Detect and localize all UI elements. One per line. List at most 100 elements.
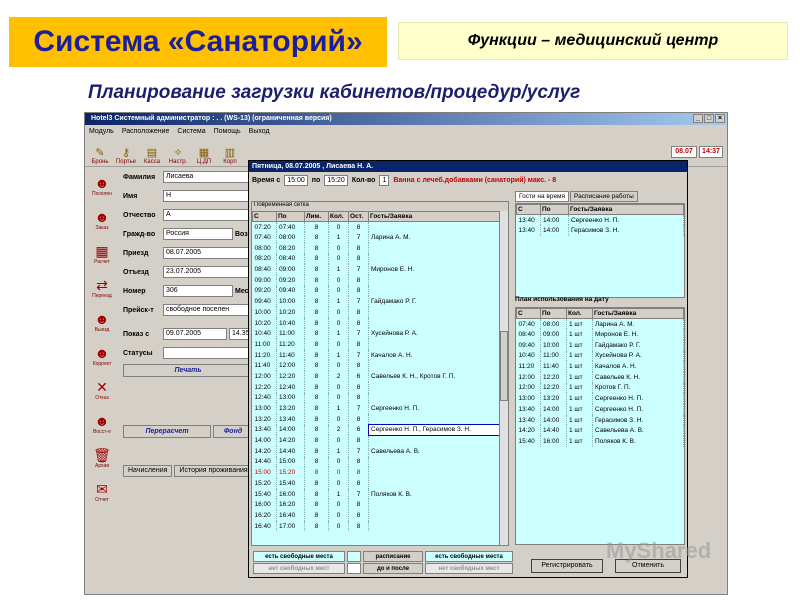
table-row[interactable]: 11:40 12:00 8 0 8	[252, 360, 508, 372]
tab-history[interactable]: История проживания	[174, 465, 253, 477]
tab-work-schedule[interactable]: Расписание работы	[570, 191, 638, 202]
fund-button[interactable]: Фонд	[213, 425, 253, 438]
sidebar-item-payment[interactable]: ▦ Расчет	[87, 237, 117, 271]
col-from[interactable]: С	[252, 211, 277, 222]
table-row[interactable]: 11:00 11:20 8 0 8	[252, 339, 508, 350]
plan-col-to[interactable]: По	[540, 308, 567, 319]
plan-col-guest[interactable]: Гость/Заявка	[592, 308, 684, 319]
table-row[interactable]: 11:20 11:40 8 1 7 Качалов А. Н.	[252, 349, 508, 361]
country-select[interactable]: Россия	[163, 228, 233, 240]
tool-cash[interactable]: ▤ Касса	[140, 139, 164, 165]
table-row[interactable]: 10:00 10:20 8 0 8	[252, 307, 508, 318]
col-guest[interactable]: Гость/Заявка	[368, 211, 508, 222]
departure-date[interactable]: 23.07.2005	[163, 266, 253, 278]
table-row[interactable]: 07:40 08:00 8 1 7 Ларина А. М.	[252, 232, 508, 243]
room-select[interactable]: 306	[163, 285, 233, 297]
sidebar-item-archive[interactable]: 🗑 Архив	[87, 441, 117, 475]
tab-charges[interactable]: Начисления	[123, 465, 173, 477]
minimize-button[interactable]: _	[693, 114, 703, 123]
tool-booking[interactable]: ✎ Бронь	[88, 139, 112, 165]
maximize-button[interactable]: □	[704, 114, 714, 123]
table-row[interactable]: 13:40 14:00 1 шт Герасимов З. Н.	[516, 414, 684, 426]
menu-module[interactable]: Модуль	[89, 128, 114, 135]
table-row[interactable]: 13:00 13:20 1 шт Сергеенко Н. П.	[516, 393, 684, 404]
plan-col-from[interactable]: С	[516, 308, 541, 319]
table-row[interactable]: 08:20 08:40 8 0 8	[252, 253, 508, 265]
time-from-input[interactable]: 15:00	[284, 175, 308, 186]
time-grid-scrollbar[interactable]	[499, 211, 508, 545]
col-limit[interactable]: Лим.	[304, 211, 329, 222]
guests-col-from[interactable]: С	[516, 204, 541, 215]
menu-help[interactable]: Помощь	[214, 128, 241, 135]
table-row[interactable]: 07:20 07:40 8 0 8	[252, 221, 508, 233]
tool-porter[interactable]: ⚷ Портье	[114, 139, 138, 165]
sidebar-item-refuse[interactable]: ✕ Отказ	[87, 373, 117, 407]
table-row[interactable]: 09:40 10:00 8 1 7 Гайдамако Р. Г.	[252, 296, 508, 307]
table-row[interactable]: 15:40 16:00 1 шт Поляков К. В.	[516, 436, 684, 447]
table-row[interactable]: 10:40 11:00 1 шт Хусейнова Р. А.	[516, 350, 684, 362]
table-row[interactable]: 13:20 13:40 8 0 8	[252, 413, 508, 425]
sidebar-item-restore[interactable]: ☻ Восст-е	[87, 407, 117, 441]
table-row[interactable]: 15:40 16:00 8 1 7 Поляков К. В.	[252, 488, 508, 500]
sidebar-item-checkin[interactable]: ☻ Поселен	[87, 169, 117, 203]
tool-settings[interactable]: ✧ Настр.	[166, 139, 190, 165]
table-row[interactable]: 14:40 15:00 8 0 8	[252, 456, 508, 468]
arrival-date[interactable]: 08.07.2005	[163, 247, 253, 259]
table-row[interactable]: 10:40 11:00 8 1 7 Хусейнова Р. А.	[252, 328, 508, 340]
sidebar-item-correct[interactable]: ☻ Коррект	[87, 339, 117, 373]
plan-col-count[interactable]: Кол.	[566, 308, 593, 319]
table-row[interactable]: 13:40 14:00 Сергеенко Н. П.	[516, 214, 684, 226]
table-row[interactable]: 13:40 14:00 8 2 6 Сергеенко Н. П., Герасимов …	[252, 424, 508, 436]
name-field[interactable]: Н	[163, 190, 253, 202]
surname-field[interactable]: Лисаева	[163, 171, 253, 183]
table-row[interactable]: 13:40 14:00 1 шт Сергеенко Н. П.	[516, 404, 684, 415]
table-row[interactable]: 12:20 12:40 8 0 8	[252, 381, 508, 393]
table-row[interactable]: 09:00 09:20 8 0 8	[252, 274, 508, 286]
sidebar-item-move[interactable]: ⇄ Переезд	[87, 271, 117, 305]
guests-col-to[interactable]: По	[540, 204, 569, 215]
table-row[interactable]: 07:40 08:00 1 шт Ларина А. М.	[516, 318, 684, 330]
table-row[interactable]: 13:00 13:20 8 1 7 Сергеенко Н. П.	[252, 403, 508, 414]
table-row[interactable]: 14:00 14:20 8 0 8	[252, 435, 508, 446]
table-row[interactable]: 09:40 10:00 1 шт Гайдамако Р. Г.	[516, 339, 684, 351]
table-row[interactable]: 16:20 16:40 8 0 8	[252, 510, 508, 521]
patronymic-field[interactable]: А	[163, 209, 253, 221]
tool-cdp[interactable]: ▦ Ц.ДП	[192, 139, 216, 165]
table-row[interactable]: 12:40 13:00 8 0 8	[252, 392, 508, 404]
col-to[interactable]: По	[276, 211, 305, 222]
table-row[interactable]: 08:40 09:00 1 шт Миронов Е. Н.	[516, 329, 684, 340]
table-row[interactable]: 14:20 14:40 1 шт Савельева А. В.	[516, 425, 684, 437]
table-row[interactable]: 16:00 16:20 8 0 8	[252, 499, 508, 511]
count-input[interactable]: 1	[379, 175, 390, 186]
table-row[interactable]: 12:00 12:20 1 шт Кротов Г. П.	[516, 382, 684, 394]
tool-corp[interactable]: ▥ Корп	[218, 139, 242, 165]
sidebar-item-report[interactable]: ✉ Отчет	[87, 475, 117, 509]
recalc-button[interactable]: Перерасчет	[123, 425, 211, 438]
guests-col-guest[interactable]: Гость/Заявка	[568, 204, 684, 215]
table-row[interactable]: 11:20 11:40 1 шт Качалов А. Н.	[516, 361, 684, 372]
sidebar-item-checkout[interactable]: ☻ Выезд	[87, 305, 117, 339]
sidebar-item-order[interactable]: ☻ Заказ	[87, 203, 117, 237]
menu-exit[interactable]: Выход	[249, 128, 270, 135]
close-button[interactable]: ×	[715, 114, 725, 123]
tab-guests-at-time[interactable]: Гости на время	[515, 191, 570, 202]
table-row[interactable]: 09:20 09:40 8 0 8	[252, 285, 508, 297]
menu-system[interactable]: Система	[177, 128, 205, 135]
table-row[interactable]: 12:00 12:20 1 шт Савельев К. Н.	[516, 371, 684, 383]
table-row[interactable]: 12:00 12:20 8 2 6 Савельев К. Н., Кротов Г. П…	[252, 371, 508, 382]
status-field[interactable]	[163, 347, 253, 359]
table-row[interactable]: 08:40 09:00 8 1 7 Миронов Е. Н.	[252, 264, 508, 275]
col-count[interactable]: Кол.	[328, 211, 349, 222]
table-row[interactable]: 15:00 15:20 8 0 8	[252, 467, 508, 478]
table-row[interactable]: 08:00 08:20 8 0 8	[252, 242, 508, 254]
price-field[interactable]: свободное поселен	[163, 304, 253, 316]
col-rest[interactable]: Ост.	[348, 211, 369, 222]
scroll-thumb[interactable]	[500, 331, 508, 401]
menu-layout[interactable]: Расположение	[122, 128, 170, 135]
register-button[interactable]: Регистрировать	[531, 559, 603, 573]
show-date[interactable]: 09.07.2005	[163, 328, 227, 340]
time-to-input[interactable]: 15:20	[324, 175, 348, 186]
table-row[interactable]: 13:40 14:00 Герасимов З. Н.	[516, 225, 684, 236]
table-row[interactable]: 16:40 17:00 8 0 8	[252, 520, 508, 532]
table-row[interactable]: 10:20 10:40 8 0 8	[252, 317, 508, 329]
